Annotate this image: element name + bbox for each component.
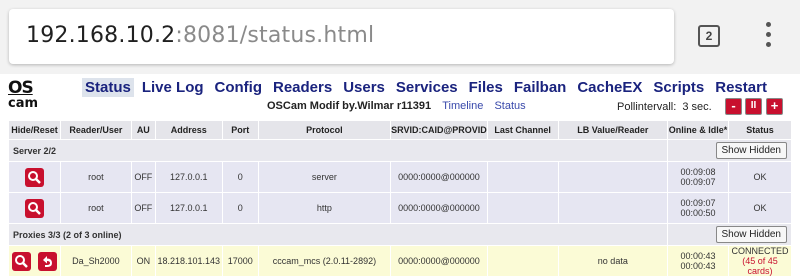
zoom-icon[interactable]: [24, 167, 44, 187]
url-text[interactable]: 192.168.10.2:8081/status.html: [26, 23, 374, 48]
cell-port: 17000: [221, 245, 259, 277]
version-line: OSCam Modif by.Wilmar r11391 Timeline St…: [267, 100, 526, 112]
main-nav: Status Live Log Config Readers Users Ser…: [82, 78, 775, 97]
col-port: Port: [221, 120, 259, 140]
url-host: 192.168.10.2: [26, 23, 176, 48]
cell-srvid: 0000:0000@000000: [390, 245, 488, 277]
col-au: AU: [130, 120, 156, 140]
server-show-hidden-button[interactable]: Show Hidden: [715, 142, 787, 159]
cell-lb: [557, 161, 669, 193]
nav-cacheex[interactable]: CacheEX: [574, 78, 645, 97]
nav-failban[interactable]: Failban: [511, 78, 570, 97]
status-table: Hide/Reset Reader/User AU Address Port P…: [7, 120, 793, 277]
cell-online-idle: 00:09:08 00:09:07: [667, 161, 729, 193]
cell-au: ON: [130, 245, 156, 277]
cell-protocol: server: [257, 161, 392, 193]
cell-address: 127.0.0.1: [154, 161, 223, 193]
app-header: OS cam Status Live Log Config Readers Us…: [0, 74, 800, 120]
cell-srvid: 0000:0000@000000: [390, 192, 488, 224]
reset-icon[interactable]: [37, 251, 57, 271]
cell-lb: [557, 192, 669, 224]
cell-protocol: http: [257, 192, 392, 224]
nav-services[interactable]: Services: [393, 78, 461, 97]
poll-increase-button[interactable]: +: [766, 98, 783, 115]
cell-status: CONNECTED (45 of 45 cards): [727, 245, 793, 277]
version-text: OSCam Modif by.Wilmar r11391: [267, 100, 432, 112]
col-lb-value: LB Value/Reader: [557, 120, 669, 140]
col-srvid: SRVID:CAID@PROVID: [390, 120, 488, 140]
table-header-row: Hide/Reset Reader/User AU Address Port P…: [8, 120, 793, 140]
nav-live-log[interactable]: Live Log: [139, 78, 207, 97]
cell-port: 0: [221, 192, 259, 224]
proxy-section-title: Proxies 3/3 (2 of 3 online): [7, 223, 669, 246]
poll-decrease-button[interactable]: -: [725, 98, 742, 115]
overflow-menu-icon[interactable]: [766, 22, 772, 48]
cell-last-channel: [486, 192, 559, 224]
cell-status: OK: [727, 192, 793, 224]
cell-last-channel: [486, 245, 559, 277]
url-path: :8081/status.html: [175, 23, 375, 48]
cell-srvid: 0000:0000@000000: [390, 161, 488, 193]
table-row: Da_Sh2000 ON 18.218.101.143 17000 cccam_…: [8, 245, 793, 277]
cell-au: OFF: [130, 161, 156, 193]
cell-address: 18.218.101.143: [154, 245, 223, 277]
col-protocol: Protocol: [257, 120, 392, 140]
poll-value: 3: [682, 101, 689, 113]
col-last-channel: Last Channel: [486, 120, 559, 140]
poll-interval: Pollintervall: 3 sec.: [617, 101, 712, 113]
nav-config[interactable]: Config: [212, 78, 265, 97]
nav-status[interactable]: Status: [82, 78, 134, 97]
browser-toolbar: 192.168.10.2:8081/status.html 2: [0, 0, 800, 74]
cell-lb: no data: [557, 245, 669, 277]
col-online-idle: Online & Idle*: [667, 120, 729, 140]
address-bar[interactable]: 192.168.10.2:8081/status.html: [9, 9, 674, 64]
cell-user: root: [59, 161, 132, 193]
cell-protocol: cccam_mcs (2.0.11-2892): [257, 245, 392, 277]
col-hide-reset: Hide/Reset: [8, 120, 61, 140]
tab-switcher-button[interactable]: 2: [698, 25, 720, 47]
proxy-section-row: Proxies 3/3 (2 of 3 online) Show Hidden: [7, 223, 792, 246]
oscam-logo[interactable]: OS cam: [8, 80, 38, 114]
col-reader-user: Reader/User: [59, 120, 132, 140]
table-row: root OFF 127.0.0.1 0 http 0000:0000@0000…: [8, 192, 793, 224]
cell-port: 0: [221, 161, 259, 193]
zoom-icon[interactable]: [12, 251, 31, 271]
status-link[interactable]: Status: [494, 100, 525, 112]
zoom-icon[interactable]: [24, 198, 44, 218]
cell-user: root: [59, 192, 132, 224]
cell-online-idle: 00:00:43 00:00:43: [667, 245, 729, 277]
timeline-link[interactable]: Timeline: [442, 100, 483, 112]
cell-last-channel: [486, 161, 559, 193]
nav-readers[interactable]: Readers: [270, 78, 335, 97]
nav-scripts[interactable]: Scripts: [650, 78, 707, 97]
col-address: Address: [154, 120, 223, 140]
proxy-show-hidden-button[interactable]: Show Hidden: [715, 226, 787, 243]
nav-restart[interactable]: Restart: [712, 78, 770, 97]
cell-au: OFF: [130, 192, 156, 224]
server-section-title: Server 2/2: [7, 139, 669, 162]
poll-label: Pollintervall:: [617, 101, 677, 113]
cell-user: Da_Sh2000: [59, 245, 132, 277]
nav-users[interactable]: Users: [340, 78, 388, 97]
cell-address: 127.0.0.1: [154, 192, 223, 224]
cell-online-idle: 00:09:07 00:00:50: [667, 192, 729, 224]
table-row: root OFF 127.0.0.1 0 server 0000:0000@00…: [8, 161, 793, 193]
poll-pause-button[interactable]: II: [745, 98, 762, 115]
server-section-row: Server 2/2 Show Hidden: [7, 139, 792, 162]
col-status: Status: [727, 120, 793, 140]
cards-count: (45 of 45 cards): [742, 256, 778, 276]
poll-unit: sec.: [691, 101, 712, 113]
cell-status: OK: [727, 161, 793, 193]
nav-files[interactable]: Files: [466, 78, 506, 97]
